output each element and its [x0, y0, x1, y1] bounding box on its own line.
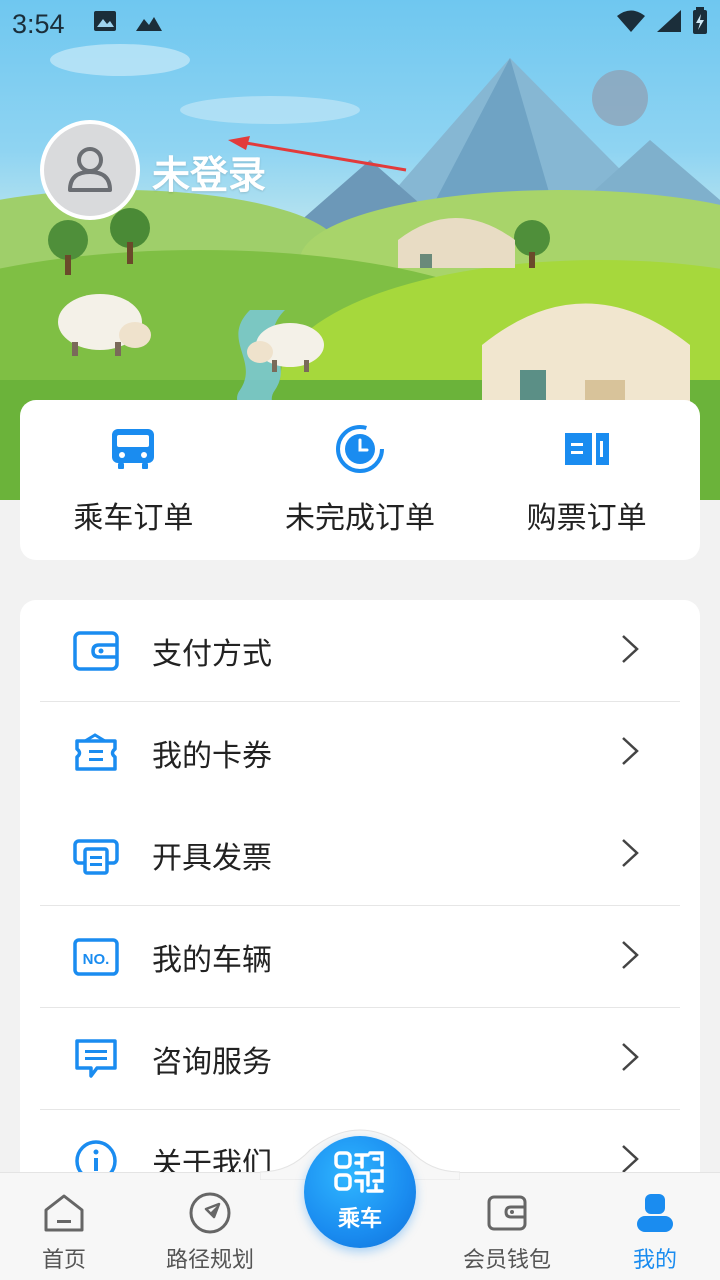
chat-icon	[70, 1033, 122, 1085]
menu-item-label: 我的车辆	[152, 942, 272, 978]
annotation-arrow-icon	[228, 136, 407, 172]
battery-icon	[692, 6, 708, 42]
signal-alt-icon	[135, 9, 163, 39]
menu-item-label: 支付方式	[152, 636, 272, 672]
menu-item-payment-method[interactable]: 支付方式	[40, 600, 680, 702]
wallet-icon	[70, 625, 122, 677]
menu-item-label: 咨询服务	[152, 1044, 272, 1080]
wifi-icon	[616, 9, 646, 40]
menu-item-my-vehicles[interactable]: NO. 我的车辆	[40, 906, 680, 1008]
svg-text:NO.: NO.	[83, 951, 110, 968]
home-icon	[42, 1190, 86, 1236]
ride-orders-button[interactable]: 乘车订单	[33, 423, 233, 537]
nav-mine-label: 我的	[632, 1248, 677, 1273]
vehicle-plate-icon: NO.	[70, 931, 122, 983]
nav-home-label: 首页	[41, 1248, 86, 1273]
qr-code-icon	[334, 1151, 386, 1199]
profile-icon	[634, 1190, 676, 1236]
ride-orders-label: 乘车订单	[73, 501, 194, 536]
nav-member-wallet-label: 会员钱包	[462, 1248, 551, 1273]
ticket-icon	[562, 423, 612, 475]
avatar[interactable]	[40, 120, 140, 220]
menu-item-label: 我的卡券	[152, 739, 272, 774]
bus-icon	[110, 423, 156, 475]
wallet-icon	[487, 1190, 527, 1236]
status-time: 3:54	[12, 8, 65, 39]
image-icon	[93, 9, 117, 39]
coupon-icon	[70, 727, 122, 779]
chevron-right-icon	[620, 1042, 640, 1076]
ride-qr-button[interactable]: 乘车	[304, 1136, 416, 1248]
orders-card: 乘车订单 未完成订单 购票订单	[20, 400, 700, 560]
status-bar: 3:54	[0, 0, 720, 48]
nav-mine[interactable]: 我的	[595, 1190, 715, 1274]
ticket-orders-button[interactable]: 购票订单	[487, 423, 687, 537]
chevron-right-icon	[620, 838, 640, 872]
ride-button-label: 乘车	[337, 1207, 382, 1232]
nav-member-wallet[interactable]: 会员钱包	[447, 1190, 567, 1274]
chevron-right-icon	[620, 940, 640, 974]
menu-item-issue-invoice[interactable]: 开具发票	[40, 804, 680, 906]
menu-item-my-coupons[interactable]: 我的卡券	[40, 702, 680, 804]
unfinished-orders-button[interactable]: 未完成订单	[260, 423, 460, 537]
clock-icon	[335, 423, 385, 475]
menu-item-label: 开具发票	[152, 840, 272, 876]
chevron-right-icon	[620, 634, 640, 668]
nav-route-planning-label: 路径规划	[165, 1248, 254, 1273]
ticket-orders-label: 购票订单	[526, 501, 647, 536]
nav-route-planning[interactable]: 路径规划	[150, 1190, 270, 1274]
nav-home[interactable]: 首页	[4, 1190, 124, 1274]
user-avatar-icon	[62, 140, 118, 200]
menu-item-consulting-service[interactable]: 咨询服务	[40, 1008, 680, 1110]
unfinished-orders-label: 未完成订单	[284, 501, 435, 536]
cell-signal-icon	[656, 9, 682, 40]
chevron-right-icon	[620, 736, 640, 770]
navigation-icon	[188, 1190, 232, 1236]
printer-invoice-icon	[70, 829, 122, 881]
